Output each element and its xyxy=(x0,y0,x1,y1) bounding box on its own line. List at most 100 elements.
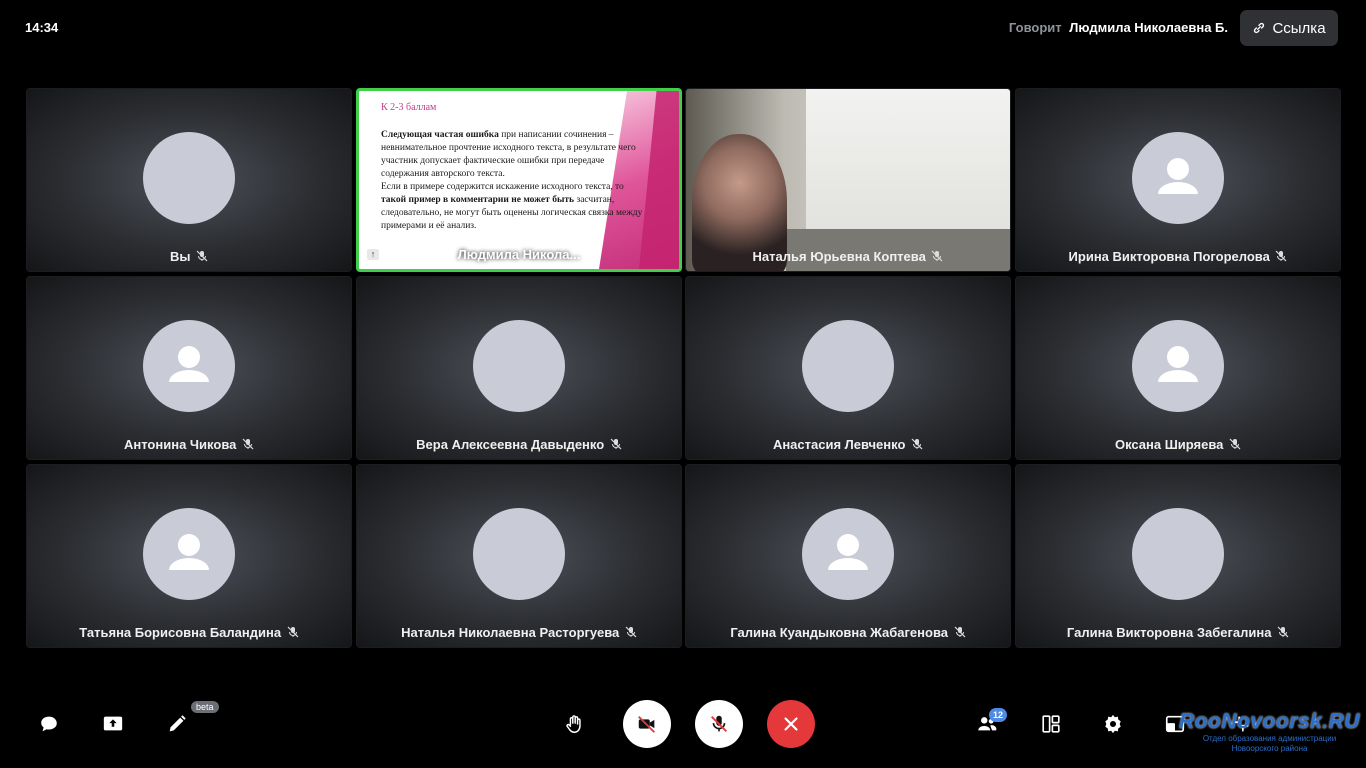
participant-name-row: Галина Куандыковна Жабагенова xyxy=(686,625,1010,640)
settings-button[interactable] xyxy=(1100,711,1126,737)
participant-name: Наталья Николаевна Расторгуева xyxy=(401,625,620,640)
camera-off-icon xyxy=(638,716,655,733)
participant-tile-video[interactable]: Наталья Юрьевна Коптева xyxy=(685,88,1011,272)
raise-hand-button[interactable] xyxy=(562,711,588,737)
avatar-placeholder xyxy=(1132,320,1224,412)
participant-name: Вера Алексеевна Давыденко xyxy=(416,437,605,452)
participant-tile[interactable]: Вы xyxy=(26,88,352,272)
participant-name: Татьяна Борисовна Баландина xyxy=(79,625,282,640)
pencil-icon xyxy=(169,715,186,732)
mic-muted-icon xyxy=(1277,626,1289,638)
watermark-subtitle: Отдел образования администрации xyxy=(1202,734,1337,743)
participant-name-row: Наталья Николаевна Расторгуева xyxy=(357,625,681,640)
camera-toggle-button[interactable] xyxy=(623,700,671,748)
screen-share-icon xyxy=(103,716,123,731)
participant-name: Галина Куандыковна Жабагенова xyxy=(730,625,949,640)
share-screen-button[interactable] xyxy=(100,711,126,737)
avatar xyxy=(473,508,565,600)
participant-tile[interactable]: Татьяна Борисовна Баландина xyxy=(26,464,352,648)
link-icon xyxy=(1254,22,1265,34)
slide-text: Следующая частая ошибка при написании со… xyxy=(381,129,649,233)
bottom-toolbar: beta 12 RooNovoorsk.RU Отдел образования… xyxy=(0,690,1366,760)
participant-name: Галина Викторовна Забегалина xyxy=(1066,625,1272,640)
participant-tile[interactable]: Наталья Николаевна Расторгуева xyxy=(356,464,682,648)
slide-title: К 2-3 баллам xyxy=(381,102,437,113)
mic-muted-icon xyxy=(932,250,943,262)
user-icon xyxy=(1158,158,1198,194)
participant-name-row: Вера Алексеевна Давыденко xyxy=(357,437,681,452)
user-icon xyxy=(169,346,209,382)
raise-hand-icon xyxy=(566,715,581,733)
participant-name: Наталья Юрьевна Коптева xyxy=(752,249,926,264)
meeting-title-faint xyxy=(492,0,872,10)
layout-grid-icon xyxy=(1042,715,1060,733)
slide-text-bold: такой пример в комментарии не может быть xyxy=(381,195,575,205)
beta-badge: beta xyxy=(191,701,219,713)
participant-tile[interactable]: Анастасия Левченко xyxy=(685,276,1011,460)
hang-up-button[interactable] xyxy=(767,700,815,748)
chat-button[interactable] xyxy=(36,711,62,737)
slide-text-part: Если в примере содержится искажение исхо… xyxy=(381,182,624,192)
avatar xyxy=(802,320,894,412)
participant-tile[interactable]: Вера Алексеевна Давыденко xyxy=(356,276,682,460)
clock: 14:34 xyxy=(25,20,59,35)
mic-muted-icon xyxy=(196,250,208,262)
participant-name-row: Вы xyxy=(27,249,351,264)
participant-name-row: Людмила Никола... xyxy=(359,247,679,262)
participant-tile[interactable]: Антонина Чикова xyxy=(26,276,352,460)
close-icon xyxy=(784,717,798,731)
active-speaker: Говорит Людмила Николаевна Б. xyxy=(1009,20,1228,35)
participant-name: Людмила Никола... xyxy=(457,247,581,262)
mic-muted-icon xyxy=(242,438,254,450)
user-icon xyxy=(828,534,868,570)
participant-name: Вы xyxy=(169,249,191,264)
participant-tile-screen-share[interactable]: К 2-3 баллам Следующая частая ошибка при… xyxy=(356,88,682,272)
participant-tile[interactable]: Галина Викторовна Забегалина xyxy=(1015,464,1341,648)
participant-tile[interactable]: Ирина Викторовна Погорелова xyxy=(1015,88,1341,272)
participant-tile[interactable]: Галина Куандыковна Жабагенова xyxy=(685,464,1011,648)
mic-off-icon xyxy=(711,715,727,732)
participant-name-row: Наталья Юрьевна Коптева xyxy=(686,249,1010,264)
participant-name-row: Анастасия Левченко xyxy=(686,437,1010,452)
avatar-placeholder xyxy=(802,508,894,600)
link-button-label: Ссылка xyxy=(1272,19,1326,37)
video-background xyxy=(806,89,1010,229)
participants-count-badge: 12 xyxy=(989,708,1007,722)
layout-button[interactable] xyxy=(1038,711,1064,737)
mic-muted-icon xyxy=(287,626,299,638)
participants-grid: Вы К 2-3 баллам Следующая частая ошибка … xyxy=(26,88,1341,648)
participant-name-row: Галина Викторовна Забегалина xyxy=(1016,625,1340,640)
link-button[interactable]: Ссылка xyxy=(1240,10,1338,46)
avatar-placeholder xyxy=(143,320,235,412)
participant-name: Антонина Чикова xyxy=(124,437,237,452)
avatar-placeholder xyxy=(143,508,235,600)
watermark-subtitle: Новоорского района xyxy=(1231,744,1308,753)
speaking-label: Говорит xyxy=(1008,20,1062,35)
participant-name: Ирина Викторовна Погорелова xyxy=(1068,249,1270,264)
slide-text-bold: Следующая частая ошибка xyxy=(381,130,499,140)
mic-muted-icon xyxy=(911,438,923,450)
user-icon xyxy=(169,534,209,570)
watermark: RooNovoorsk.RU Отдел образования админис… xyxy=(1177,710,1362,754)
participant-tile[interactable]: Оксана Ширяева xyxy=(1015,276,1341,460)
participant-name: Анастасия Левченко xyxy=(772,437,906,452)
participant-name: Оксана Ширяева xyxy=(1114,437,1224,452)
mic-muted-icon xyxy=(610,438,622,450)
avatar xyxy=(1132,508,1224,600)
participant-name-row: Оксана Ширяева xyxy=(1016,437,1340,452)
top-bar: 14:34 Говорит Людмила Николаевна Б. Ссыл… xyxy=(0,0,1366,60)
mic-muted-icon xyxy=(1229,438,1241,450)
gear-icon xyxy=(1105,714,1121,734)
mic-toggle-button[interactable] xyxy=(695,700,743,748)
avatar xyxy=(143,132,235,224)
user-icon xyxy=(1158,346,1198,382)
whiteboard-button[interactable] xyxy=(164,711,190,737)
mic-muted-icon xyxy=(625,626,637,638)
shared-slide: К 2-3 баллам Следующая частая ошибка при… xyxy=(359,91,679,269)
participant-video xyxy=(686,89,1010,271)
mic-muted-icon xyxy=(954,626,966,638)
chat-icon xyxy=(41,716,57,732)
avatar xyxy=(473,320,565,412)
speaking-name: Людмила Николаевна Б. xyxy=(1069,20,1228,35)
avatar-placeholder xyxy=(1132,132,1224,224)
